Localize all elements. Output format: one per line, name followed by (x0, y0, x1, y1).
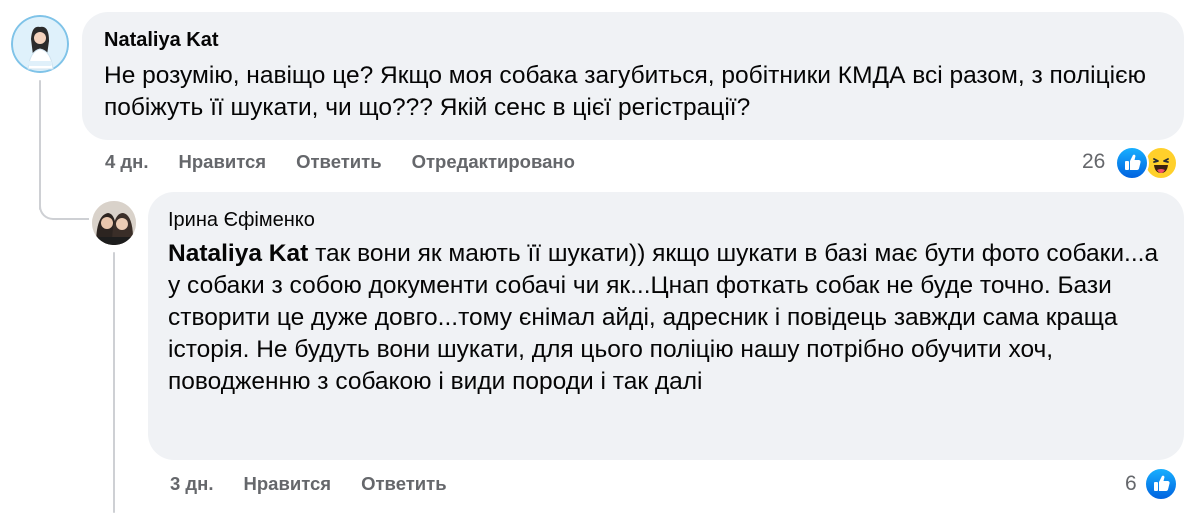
like-button[interactable]: Нравится (244, 473, 332, 495)
comment-bubble: Nataliya Kat Не розумію, навіщо це? Якщо… (82, 12, 1184, 140)
comment-timestamp[interactable]: 3 дн. (170, 473, 214, 495)
like-button[interactable]: Нравится (179, 151, 267, 173)
reaction-count[interactable]: 26 (1082, 150, 1105, 174)
like-icon[interactable] (1144, 467, 1178, 501)
reply-button[interactable]: Ответить (296, 151, 382, 173)
profile-photo-icon (92, 201, 136, 245)
reply-connector (39, 180, 89, 220)
profile-photo-icon (11, 15, 69, 73)
mention-link[interactable]: Nataliya Kat (168, 240, 308, 267)
edited-label[interactable]: Отредактировано (412, 151, 575, 173)
like-icon[interactable] (1115, 146, 1149, 180)
reply-thread-line (113, 252, 115, 513)
comment-actions: 3 дн. Нравится Ответить (170, 473, 447, 495)
comment-author[interactable]: Ірина Єфіменко (168, 209, 315, 232)
avatar[interactable] (92, 201, 136, 245)
avatar[interactable] (11, 15, 69, 73)
reply-bubble: Ірина Єфіменко Nataliya Kat так вони як … (148, 192, 1184, 460)
comment-body: так вони як мають її шукати)) якщо шукат… (168, 240, 1159, 395)
comment-author[interactable]: Nataliya Kat (104, 29, 219, 52)
comment-text: Nataliya Kat так вони як мають її шукати… (168, 238, 1168, 398)
comment-text: Не розумію, навіщо це? Якщо моя собака з… (104, 62, 1146, 121)
comment-actions: 4 дн. Нравится Ответить Отредактировано (105, 151, 575, 173)
comment-timestamp[interactable]: 4 дн. (105, 151, 149, 173)
haha-icon[interactable] (1144, 146, 1178, 180)
reaction-count[interactable]: 6 (1125, 472, 1137, 496)
reply-button[interactable]: Ответить (361, 473, 447, 495)
